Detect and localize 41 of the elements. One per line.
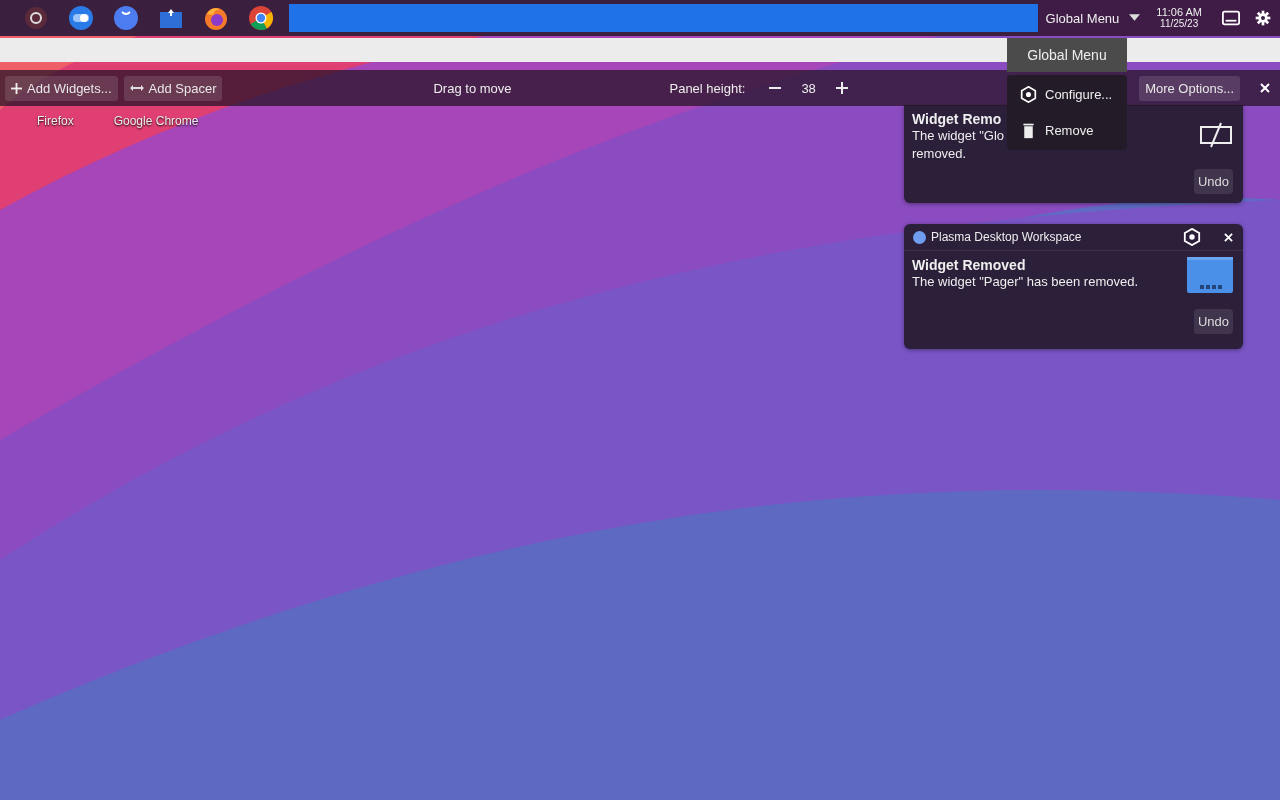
settings-icon <box>1020 86 1037 104</box>
panel-height-label: Panel height: <box>669 80 746 96</box>
display-icon[interactable] <box>1222 10 1240 26</box>
close-icon[interactable] <box>1260 83 1270 93</box>
app-name: Plasma Desktop Workspace <box>931 230 1082 244</box>
add-spacer-button[interactable]: Add Spacer <box>123 75 223 101</box>
chrome-icon[interactable] <box>249 6 273 30</box>
global-menu-button[interactable]: Global Menu <box>1037 10 1130 26</box>
double-arrow-icon <box>129 84 144 92</box>
drag-hint[interactable]: Drag to move <box>433 80 664 96</box>
clock[interactable]: 11:06 AM 11/25/23 <box>1150 7 1208 29</box>
undo-button[interactable]: Undo <box>1193 309 1233 334</box>
smile-icon[interactable] <box>114 6 138 30</box>
notification-text: removed. <box>912 145 967 163</box>
notification-text: The widget "Pager" has been removed. <box>912 273 1139 291</box>
trash-icon <box>1020 121 1037 139</box>
pager-thumbnail <box>1187 257 1233 293</box>
plus-icon <box>11 82 22 94</box>
app-icon <box>913 230 926 244</box>
tooltip: Global Menu <box>1007 38 1127 72</box>
menu-item[interactable]: Remove <box>1007 121 1127 139</box>
panel-height-value[interactable]: 38 <box>797 80 820 96</box>
panel-ruler[interactable] <box>0 38 1280 62</box>
settings-icon[interactable] <box>1183 228 1201 246</box>
undo-button[interactable]: Undo <box>1193 169 1233 194</box>
dropdown-icon[interactable] <box>1129 14 1141 22</box>
settings-icon[interactable] <box>1254 10 1272 26</box>
notification-title: Widget Remo <box>912 111 1002 127</box>
close-icon[interactable] <box>1224 232 1233 242</box>
ring-icon[interactable] <box>24 6 48 30</box>
desktop-icon-label[interactable]: Firefox <box>37 114 74 128</box>
add-widgets-button[interactable]: Add Widgets... <box>5 75 118 101</box>
file-icon-crossed <box>1199 121 1233 149</box>
notification-title: Widget Removed <box>912 257 1026 273</box>
notification-text: The widget "Glo <box>912 127 1005 145</box>
toggle-icon[interactable] <box>69 6 93 30</box>
firefox-icon[interactable] <box>204 6 228 30</box>
desktop-icon-label[interactable]: Google Chrome <box>113 114 199 128</box>
plus-icon[interactable] <box>835 82 848 94</box>
menu-item[interactable]: Configure... <box>1007 86 1127 104</box>
more-options-button[interactable]: More Options... <box>1139 75 1240 101</box>
